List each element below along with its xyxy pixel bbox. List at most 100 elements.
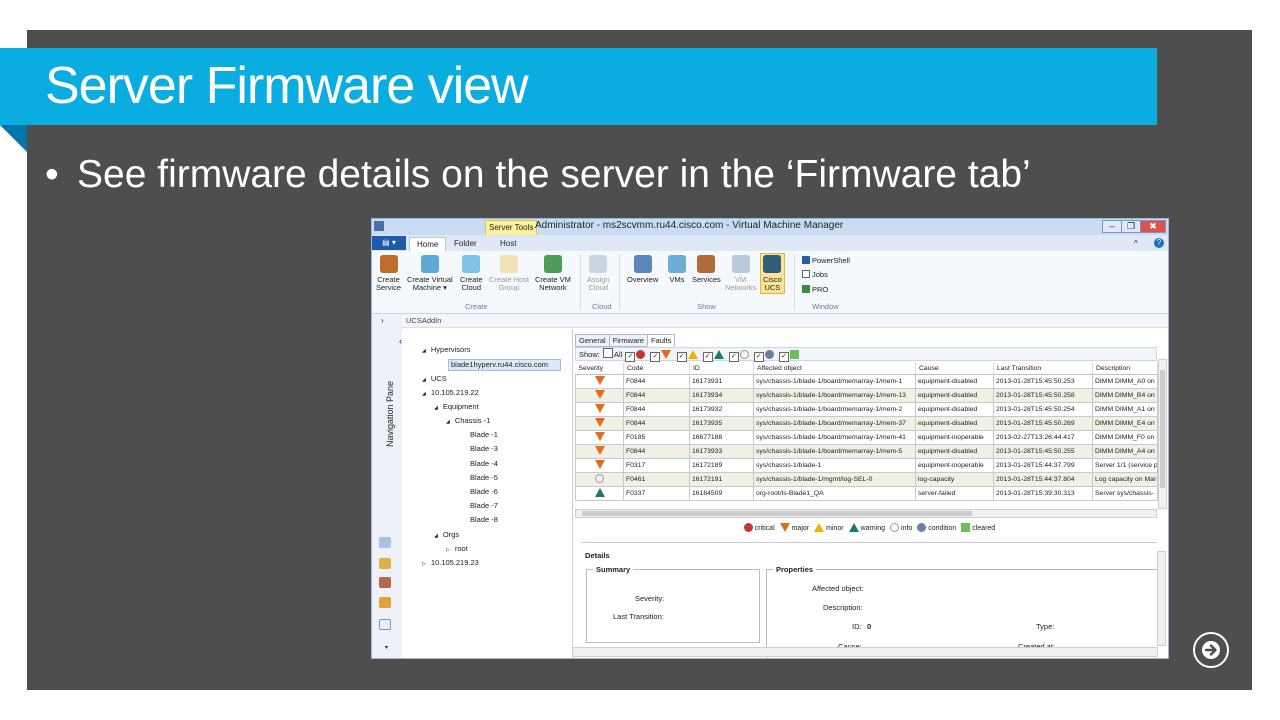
filter-minor-checkbox[interactable]: ✓	[676, 352, 687, 362]
table-vertical-scrollbar[interactable]	[1158, 359, 1167, 509]
tree-node-blade[interactable]: Blade -7	[470, 501, 498, 511]
table-row[interactable]: F0844 16173933 sys/chassis-1/blade-1/board…	[575, 444, 1158, 459]
scrollbar-thumb[interactable]	[1160, 370, 1165, 488]
close-button[interactable]: ✖	[1140, 220, 1166, 233]
create-vm-button[interactable]: Create Virtual Machine ▾	[407, 255, 453, 292]
table-row[interactable]: F0185 16677188 sys/chassis-1/blade-1/board…	[575, 430, 1158, 445]
column-header-severity[interactable]: Severity	[575, 362, 624, 375]
filter-major-checkbox[interactable]: ✓	[650, 352, 661, 362]
context-tab-server-tools[interactable]: Server Tools	[485, 220, 538, 236]
services-icon	[697, 255, 716, 273]
details-horizontal-scrollbar[interactable]	[572, 647, 1158, 657]
tree-node-blade[interactable]: Blade -1	[470, 430, 498, 440]
assign-cloud-button[interactable]: Assign Cloud	[587, 255, 610, 292]
ribbon-tabs: ▤ ▾ Home Folder Host ^ ?	[372, 235, 1168, 252]
table-row[interactable]: F0844 16173934 sys/chassis-1/blade-1/board…	[575, 388, 1158, 403]
tree-node-equipment[interactable]: ◢ Equipment	[434, 402, 479, 413]
major-severity-icon	[594, 432, 605, 441]
ribbon-collapse-icon[interactable]: ^	[1134, 237, 1138, 251]
table-row[interactable]: F0844 16173935 sys/chassis-1/blade-1/board…	[575, 416, 1158, 431]
tree-node-ucs-23[interactable]: ▷ 10.105.219.23	[422, 558, 479, 569]
tree-node-ucs[interactable]: ◢ UCS	[422, 374, 447, 385]
filter-warning-checkbox[interactable]: ✓	[702, 352, 713, 362]
filter-info-checkbox[interactable]: ✓	[728, 352, 739, 362]
cell-code: F0844	[623, 416, 690, 431]
tab-faults[interactable]: Faults	[646, 334, 676, 347]
expand-nav-icon[interactable]: ›	[381, 316, 384, 325]
vms-services-icon[interactable]	[379, 537, 391, 548]
table-header-row: Severity Code ID Affected object Cause L…	[575, 362, 1158, 375]
id-value: 0	[867, 622, 872, 631]
details-header: Details	[585, 551, 610, 560]
table-row[interactable]: F0317 16172189 sys/chassis-1/blade-1 equipm…	[575, 458, 1158, 473]
warning-icon	[713, 350, 724, 359]
pro-button[interactable]: PRO	[802, 285, 828, 295]
next-slide-button[interactable]	[1193, 632, 1229, 668]
jobs-workspace-icon[interactable]	[379, 597, 391, 608]
tree-node-blade[interactable]: Blade -8	[470, 515, 498, 525]
details-vertical-scrollbar[interactable]	[1157, 551, 1166, 646]
overview-button[interactable]: Overview	[627, 255, 658, 284]
type-label: Type:	[1036, 622, 1055, 631]
create-host-group-button[interactable]: Create Host Group	[489, 255, 529, 292]
column-header-description[interactable]: Description	[1092, 362, 1158, 375]
library-icon[interactable]	[379, 577, 391, 588]
column-header-last-transition[interactable]: Last Transition	[993, 362, 1093, 375]
tree-node-blade[interactable]: Blade -3	[470, 444, 498, 454]
column-header-cause[interactable]: Cause	[915, 362, 994, 375]
tree-node-ucs-22[interactable]: ◢ 10.105.219.22	[422, 388, 479, 399]
jobs-button[interactable]: Jobs	[802, 270, 828, 280]
table-row[interactable]: F0461 16172191 sys/chassis-1/blade-1/mgmt/…	[575, 472, 1158, 487]
fabric-icon[interactable]	[379, 558, 391, 569]
more-workspaces-icon[interactable]: ▾	[385, 644, 388, 651]
navigation-tree: ◢ Hypervisors blade1hyperv.ru44.cisco.com…	[402, 329, 572, 658]
tree-node-hypervisors[interactable]: ◢ Hypervisors	[422, 345, 470, 356]
tab-folder[interactable]: Folder	[447, 237, 484, 251]
filter-condition-checkbox[interactable]: ✓	[753, 352, 764, 362]
table-row[interactable]: F0844 16173932 sys/chassis-1/blade-1/board…	[575, 402, 1158, 417]
tree-node-root[interactable]: ▷ root	[446, 544, 468, 555]
tab-firmware[interactable]: Firmware	[608, 334, 648, 347]
tree-node-blade[interactable]: Blade -5	[470, 473, 498, 483]
navigation-pane-label[interactable]: Navigation Pane	[385, 364, 395, 464]
tree-node-orgs[interactable]: ◢ Orgs	[434, 530, 459, 541]
create-service-button[interactable]: Create Service	[376, 255, 401, 292]
tree-node-blade[interactable]: Blade -4	[470, 459, 498, 469]
maximize-button[interactable]: ❐	[1121, 220, 1141, 233]
column-header-affected-object[interactable]: Affected object	[753, 362, 916, 375]
tree-node-blade1hyperv[interactable]: blade1hyperv.ru44.cisco.com	[448, 359, 561, 371]
settings-workspace-icon[interactable]	[379, 619, 391, 630]
table-row[interactable]: F0844 16173931 sys/chassis-1/blade-1/board…	[575, 374, 1158, 389]
filter-all-checkbox[interactable]	[602, 348, 613, 358]
cisco-ucs-button[interactable]: Cisco UCS	[760, 253, 785, 294]
arrow-right-icon	[1202, 641, 1220, 659]
help-icon[interactable]: ?	[1154, 238, 1164, 248]
vm-networks-button[interactable]: VM Networks	[725, 255, 756, 292]
tab-home[interactable]: Home	[409, 237, 447, 252]
minimize-button[interactable]: –	[1102, 220, 1122, 233]
jobs-icon	[802, 270, 810, 278]
powershell-button[interactable]: PowerShell	[802, 256, 850, 266]
column-header-id[interactable]: ID	[689, 362, 754, 375]
services-button[interactable]: Services	[692, 255, 721, 284]
cell-last-transition: 2013-01-28T15:45:50.255	[993, 444, 1093, 459]
cell-severity	[575, 486, 624, 501]
cell-affected-object: sys/chassis-1/blade-1/board/memarray-1/m…	[753, 444, 916, 459]
table-row[interactable]: F0337 16164509 org-root/ls-Blade1_QA server…	[575, 486, 1158, 501]
vms-button[interactable]: VMs	[668, 255, 686, 284]
tab-general[interactable]: General	[575, 334, 610, 347]
tree-node-blade[interactable]: Blade -6	[470, 487, 498, 497]
vms-icon	[668, 255, 686, 273]
cell-severity	[575, 430, 624, 445]
create-cloud-button[interactable]: Create Cloud	[460, 255, 483, 292]
column-header-code[interactable]: Code	[623, 362, 690, 375]
filter-cleared-checkbox[interactable]: ✓	[778, 352, 789, 362]
tab-host[interactable]: Host	[493, 237, 523, 251]
file-menu-button[interactable]: ▤ ▾	[372, 236, 406, 250]
tree-node-chassis-1[interactable]: ◢ Chassis -1	[446, 416, 490, 427]
cell-description: DIMM DIMM_F0 on	[1092, 430, 1158, 445]
table-horizontal-scrollbar[interactable]	[575, 509, 1157, 518]
scrollbar-thumb[interactable]	[582, 511, 972, 516]
create-vm-network-button[interactable]: Create VM Network	[535, 255, 571, 292]
filter-critical-checkbox[interactable]: ✓	[625, 352, 636, 362]
